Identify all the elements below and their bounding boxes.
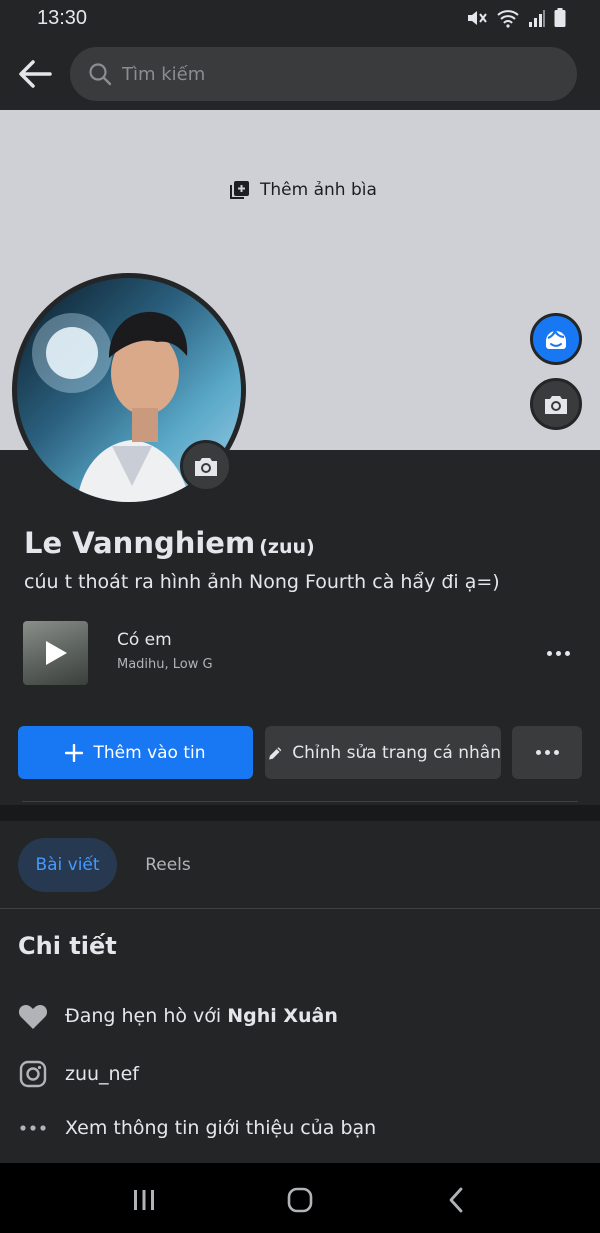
top-header xyxy=(0,38,600,110)
tab-posts[interactable]: Bài viết xyxy=(18,838,117,892)
mute-icon xyxy=(468,11,487,25)
relationship-text: Đang hẹn hò với xyxy=(65,1005,222,1027)
profile-bio: cúu t thoát ra hình ảnh Nong Fourth cà h… xyxy=(24,571,500,593)
cover-camera-button[interactable] xyxy=(530,378,582,430)
details-heading: Chi tiết xyxy=(18,932,117,960)
edit-profile-button[interactable]: Chỉnh sửa trang cá nhân xyxy=(265,726,501,779)
home-button[interactable] xyxy=(280,1185,320,1215)
add-photo-icon xyxy=(230,181,249,199)
search-icon xyxy=(89,63,112,86)
play-icon xyxy=(45,641,67,665)
pencil-icon xyxy=(269,746,282,759)
more-dots-icon xyxy=(546,650,552,656)
detail-instagram[interactable]: zuu_nef xyxy=(18,1059,139,1089)
add-to-story-button[interactable]: Thêm vào tin xyxy=(18,726,253,779)
see-about-label: Xem thông tin giới thiệu của bạn xyxy=(65,1117,377,1139)
back-button[interactable] xyxy=(14,54,56,94)
search-input[interactable] xyxy=(122,63,522,85)
camera-icon xyxy=(195,458,217,476)
wifi-icon xyxy=(497,10,519,28)
status-bar: 13:30 xyxy=(0,0,600,38)
edit-profile-label: Chỉnh sửa trang cá nhân xyxy=(292,742,501,763)
music-title: Có em xyxy=(117,630,172,650)
relationship-partner[interactable]: Nghi Xuân xyxy=(227,1005,338,1027)
avatar-face-icon xyxy=(546,328,566,349)
system-nav-bar xyxy=(0,1163,600,1233)
add-cover-button[interactable]: Thêm ảnh bìa xyxy=(230,180,377,200)
search-bar[interactable] xyxy=(70,47,577,101)
section-separator xyxy=(0,805,600,821)
heart-icon xyxy=(18,1001,48,1031)
more-dots-icon xyxy=(535,750,541,755)
status-time: 13:30 xyxy=(37,7,88,29)
profile-nickname: (zuu) xyxy=(259,536,315,558)
battery-icon xyxy=(554,8,566,27)
arrow-left-icon xyxy=(19,60,52,88)
home-icon xyxy=(287,1187,313,1213)
see-about-link[interactable]: Xem thông tin giới thiệu của bạn xyxy=(18,1113,376,1143)
music-play-button[interactable] xyxy=(23,621,88,685)
system-back-button[interactable] xyxy=(436,1185,476,1215)
camera-icon xyxy=(545,396,567,414)
instagram-icon xyxy=(18,1059,48,1089)
add-to-story-label: Thêm vào tin xyxy=(93,742,206,763)
tab-reels[interactable]: Reels xyxy=(128,838,208,892)
profile-name-text: Le Vannghiem xyxy=(24,526,256,560)
detail-relationship: Đang hẹn hò với Nghi Xuân xyxy=(18,1001,338,1031)
chevron-left-icon xyxy=(449,1187,463,1213)
plus-icon xyxy=(65,743,84,762)
divider xyxy=(22,801,578,802)
music-artist: Madihu, Low G xyxy=(117,657,213,672)
add-cover-label: Thêm ảnh bìa xyxy=(260,180,377,200)
recent-apps-icon xyxy=(134,1190,154,1210)
signal-icon xyxy=(529,10,545,27)
divider xyxy=(0,908,600,909)
status-icons xyxy=(466,8,566,28)
instagram-handle: zuu_nef xyxy=(65,1063,139,1085)
avatar-creator-button[interactable] xyxy=(530,313,582,365)
recent-apps-button[interactable] xyxy=(124,1185,164,1215)
music-more-button[interactable] xyxy=(540,640,576,666)
profile-more-button[interactable] xyxy=(512,726,582,779)
avatar-camera-button[interactable] xyxy=(180,440,232,492)
profile-name: Le Vannghiem (zuu) xyxy=(24,526,315,560)
more-dots-icon xyxy=(18,1113,48,1143)
